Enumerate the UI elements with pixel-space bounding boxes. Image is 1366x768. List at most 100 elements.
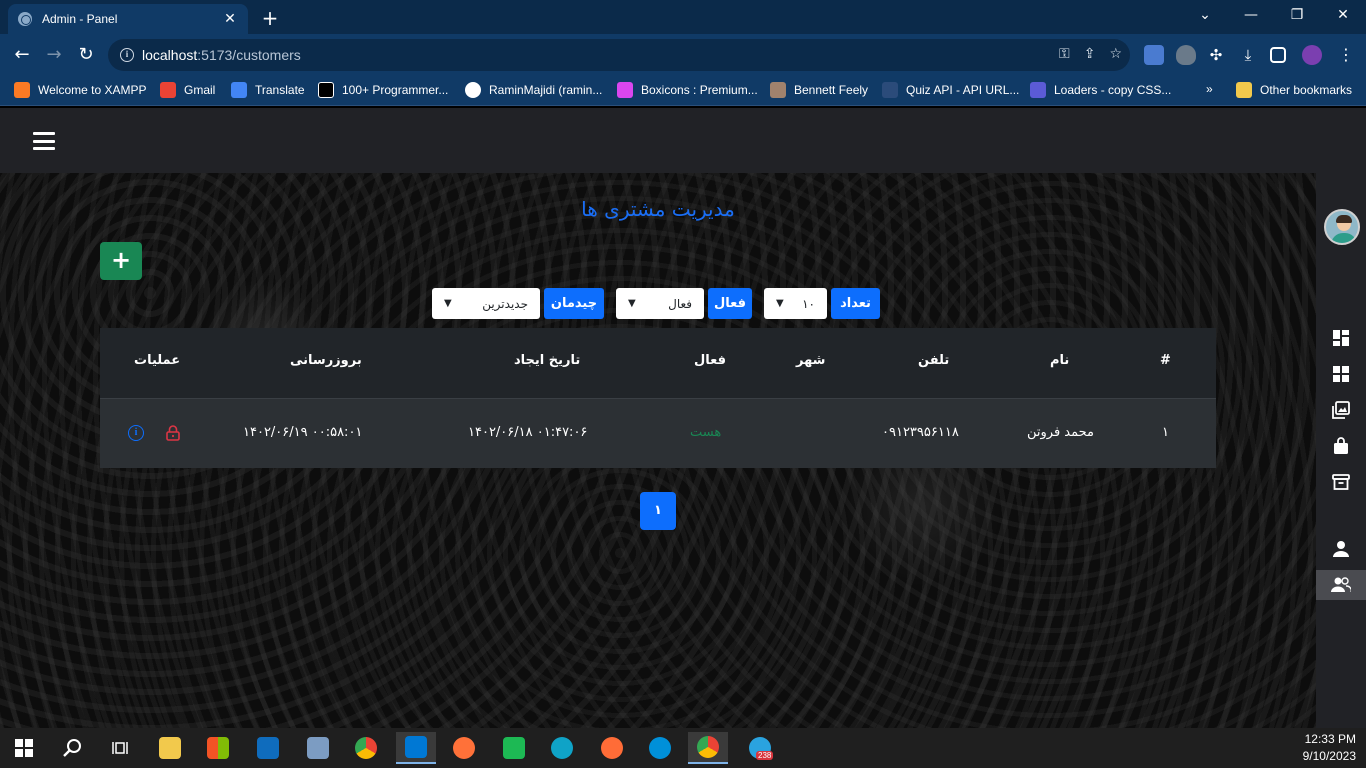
- laptop-app-icon[interactable]: [298, 732, 338, 764]
- omnibox-actions: ⚿ ⇪ ☆: [1059, 46, 1122, 62]
- user-icon[interactable]: [1316, 534, 1366, 564]
- site-info-icon[interactable]: i: [120, 48, 134, 62]
- search-icon[interactable]: [52, 732, 92, 764]
- user-avatar[interactable]: [1324, 209, 1360, 245]
- cell-name: محمد فروتن: [1027, 425, 1095, 440]
- chrome-active-icon[interactable]: [688, 732, 728, 764]
- quiz-api-icon: [882, 82, 898, 98]
- github-icon: [465, 82, 481, 98]
- count-select[interactable]: ▼ ۱۰: [764, 288, 827, 319]
- restore-button[interactable]: ❐: [1274, 4, 1320, 26]
- active-select[interactable]: ▼ فعال: [616, 288, 704, 319]
- translate-extension-icon[interactable]: [1144, 45, 1164, 65]
- edge-icon[interactable]: [542, 732, 582, 764]
- chevron-down-icon: ▼: [776, 298, 784, 309]
- header-phone: تلفن: [918, 353, 950, 368]
- archive-icon[interactable]: [1316, 467, 1366, 497]
- header-active: فعال: [694, 353, 727, 368]
- task-view-icon[interactable]: [100, 732, 140, 764]
- profile-avatar[interactable]: [1302, 45, 1322, 65]
- window-close-button[interactable]: ✕: [1320, 4, 1366, 26]
- bookmark-item[interactable]: 100+ Programmer...: [318, 82, 448, 98]
- back-button[interactable]: ←: [10, 43, 34, 67]
- microsoft-store-icon[interactable]: [198, 732, 238, 764]
- firefox-icon[interactable]: [444, 732, 484, 764]
- browser-tab[interactable]: Admin - Panel ✕: [8, 4, 248, 34]
- reload-button[interactable]: ↻: [74, 43, 98, 67]
- new-tab-button[interactable]: +: [258, 6, 282, 30]
- key-icon[interactable]: ⚿: [1059, 46, 1070, 62]
- header-index: #: [1160, 353, 1171, 368]
- categories-icon[interactable]: [1316, 359, 1366, 389]
- download-icon[interactable]: ⤓: [1238, 45, 1258, 65]
- bookmark-item[interactable]: Translate: [231, 82, 305, 98]
- sidepanel-icon[interactable]: [1270, 47, 1286, 63]
- bookmark-item[interactable]: Bennett Feely: [770, 82, 868, 98]
- address-bar[interactable]: i localhost:5173/customers ⚿ ⇪ ☆: [108, 39, 1130, 71]
- main-content: مدیریت مشتری ها + تعداد ▼ ۱۰ فعال ▼ فعال…: [0, 173, 1316, 728]
- postman-icon[interactable]: [592, 732, 632, 764]
- telegram-badge: 238: [756, 751, 774, 760]
- chevron-down-icon: ▼: [444, 298, 452, 309]
- info-icon[interactable]: i: [128, 425, 144, 441]
- bennett-feely-icon: [770, 82, 786, 98]
- telegram-icon[interactable]: 238: [740, 732, 780, 764]
- gallery-icon[interactable]: [1316, 395, 1366, 425]
- header-name: نام: [1050, 353, 1070, 368]
- header-city: شهر: [796, 353, 826, 368]
- chevron-down-icon[interactable]: ⌄: [1182, 4, 1228, 26]
- translate-icon: [231, 82, 247, 98]
- folder-icon: [1236, 82, 1252, 98]
- hamburger-menu-icon[interactable]: [33, 132, 55, 150]
- star-icon[interactable]: ☆: [1109, 46, 1122, 62]
- cell-created: ۱۴۰۲/۰۶/۱۸ ۰۱:۴۷:۰۶: [468, 425, 588, 440]
- bookmark-item[interactable]: RaminMajidi (ramin...: [465, 82, 602, 98]
- url-text: localhost:5173/customers: [142, 47, 301, 63]
- pagination-page-button[interactable]: ۱: [640, 492, 676, 530]
- page-title: مدیریت مشتری ها: [581, 197, 735, 221]
- elephant-app-icon[interactable]: [640, 732, 680, 764]
- vscode-icon[interactable]: [396, 732, 436, 764]
- lock-icon[interactable]: [166, 425, 180, 441]
- bookmarks-bar: Welcome to XAMPP Gmail Translate 100+ Pr…: [0, 76, 1366, 106]
- sort-select[interactable]: ▼ جدیدترین: [432, 288, 540, 319]
- windows-taskbar: 238 12:33 PM 9/10/2023: [0, 728, 1366, 768]
- globe-icon: [18, 12, 32, 26]
- bookmark-item[interactable]: Gmail: [160, 82, 215, 98]
- bookmark-item[interactable]: Boxicons : Premium...: [617, 82, 758, 98]
- xampp-icon: [14, 82, 30, 98]
- other-bookmarks[interactable]: Other bookmarks: [1236, 82, 1352, 98]
- header-updated: بروزرسانی: [290, 353, 362, 368]
- add-customer-button[interactable]: +: [100, 242, 142, 280]
- cell-index: ۱: [1162, 425, 1169, 440]
- customers-icon[interactable]: [1316, 570, 1366, 600]
- green-app-icon[interactable]: [494, 732, 534, 764]
- bookmark-item[interactable]: Loaders - copy CSS...: [1030, 82, 1171, 98]
- table-row: ۱ محمد فروتن ۰۹۱۲۳۹۵۶۱۱۸ هست ۱۴۰۲/۰۶/۱۸ …: [100, 398, 1216, 468]
- shield-extension-icon[interactable]: [1176, 45, 1196, 65]
- windows-start-icon[interactable]: [4, 732, 44, 764]
- header-operations: عملیات: [134, 353, 181, 368]
- close-icon[interactable]: ✕: [222, 11, 238, 27]
- bookmarks-overflow-button[interactable]: »: [1206, 82, 1213, 96]
- share-icon[interactable]: ⇪: [1084, 46, 1096, 62]
- forward-button[interactable]: →: [42, 43, 66, 67]
- header-created: تاریخ ایجاد: [514, 353, 581, 368]
- bookmark-item[interactable]: Welcome to XAMPP: [14, 82, 146, 98]
- active-label: فعال: [708, 288, 752, 319]
- shopping-bag-icon[interactable]: [1316, 431, 1366, 461]
- chevron-down-icon: ▼: [628, 298, 636, 309]
- gmail-icon: [160, 82, 176, 98]
- chrome-icon[interactable]: [346, 732, 386, 764]
- minimize-button[interactable]: —: [1228, 4, 1274, 26]
- file-explorer-icon[interactable]: [150, 732, 190, 764]
- system-clock[interactable]: 12:33 PM 9/10/2023: [1303, 731, 1356, 765]
- mail-icon[interactable]: [248, 732, 288, 764]
- count-label: تعداد: [831, 288, 880, 319]
- dashboard-icon[interactable]: [1316, 323, 1366, 353]
- browser-toolbar: ← → ↻ i localhost:5173/customers ⚿ ⇪ ☆ ✣…: [0, 34, 1366, 76]
- cell-updated: ۱۴۰۲/۰۶/۱۹ ۰۰:۵۸:۰۱: [243, 425, 363, 440]
- bookmark-item[interactable]: Quiz API - API URL...: [882, 82, 1019, 98]
- menu-icon[interactable]: ⋮: [1336, 45, 1356, 65]
- puzzle-icon[interactable]: ✣: [1206, 45, 1226, 65]
